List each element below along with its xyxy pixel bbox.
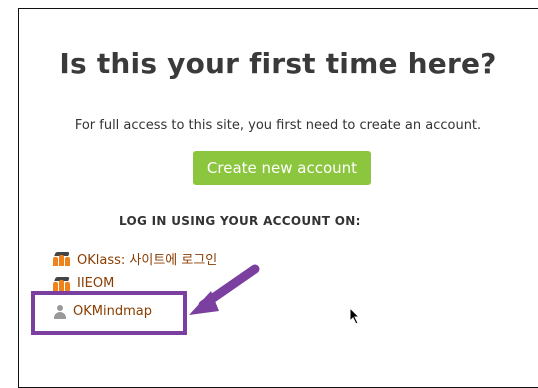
moodle-icon [53,251,71,266]
create-new-account-button[interactable]: Create new account [193,151,371,185]
mouse-cursor-icon [349,307,361,325]
user-icon [53,304,67,319]
login-heading: LOG IN USING YOUR ACCOUNT ON: [119,214,361,228]
provider-label: IIEOM [77,276,115,291]
login-panel: Is this your first time here? For full a… [18,8,538,388]
page-title: Is this your first time here? [59,47,497,80]
annotation-arrow-icon [189,264,260,315]
provider-link-okmindmap[interactable]: OKMindmap [53,304,152,319]
intro-text: For full access to this site, you first … [74,118,482,133]
provider-label: OKMindmap [73,304,152,319]
moodle-icon [53,276,71,291]
provider-link-iieom[interactable]: IIEOM [53,276,114,291]
